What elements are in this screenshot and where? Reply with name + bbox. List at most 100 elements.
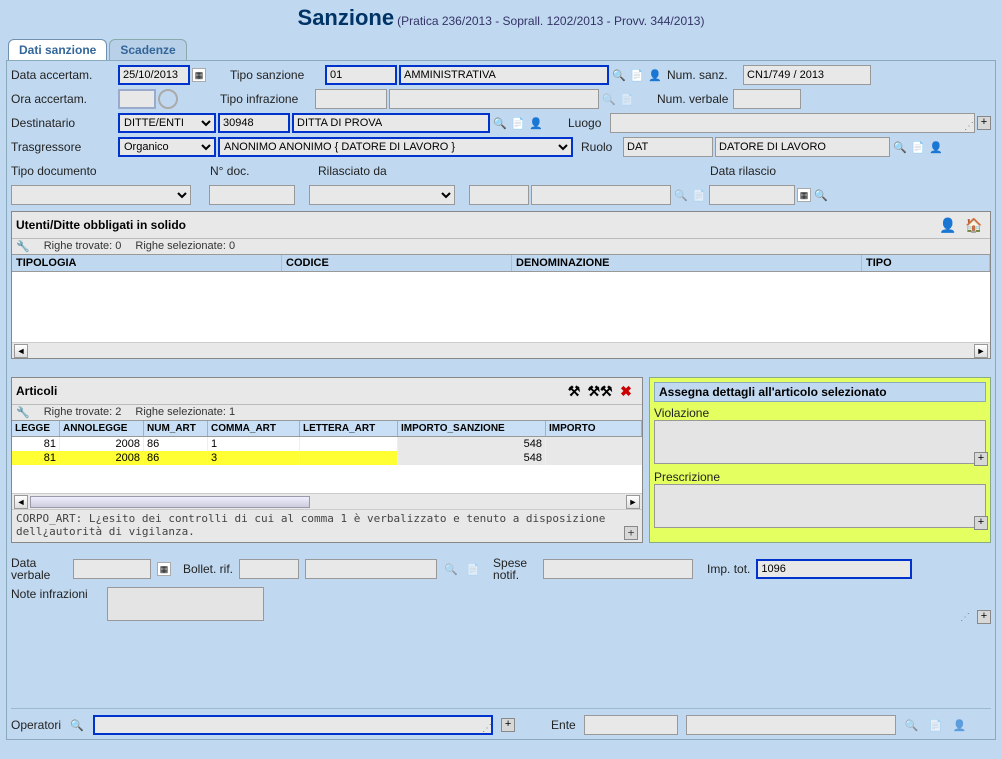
scroll-thumb[interactable] <box>30 496 310 508</box>
input-luogo[interactable] <box>610 113 975 133</box>
input-num-sanz[interactable] <box>743 65 871 85</box>
solido-grid-body[interactable] <box>12 272 990 342</box>
title-sub: (Pratica 236/2013 - Soprall. 1202/2013 -… <box>397 14 704 28</box>
input-tipo-infrazione-desc[interactable] <box>389 89 599 109</box>
input-bollet-rif-1[interactable] <box>239 559 299 579</box>
label-prescrizione: Prescrizione <box>654 470 986 484</box>
label-bollet-rif: Bollet. rif. <box>183 562 233 576</box>
scroll-right-icon[interactable]: ► <box>626 495 640 509</box>
input-tipo-sanzione-desc[interactable] <box>399 65 609 85</box>
tab-scadenze[interactable]: Scadenze <box>109 39 186 60</box>
input-data-accertam[interactable] <box>118 65 190 85</box>
input-ruolo-desc[interactable] <box>715 137 890 157</box>
articoli-grid-panel: Articoli ⚒ ⚒⚒ ✖ 🔧 Righe trovate: 2 Righe… <box>11 377 643 543</box>
hammer-icon[interactable]: ⚒ <box>562 380 586 402</box>
scroll-right-icon[interactable]: ► <box>974 344 988 358</box>
solido-grid-panel: Utenti/Ditte obbligati in solido 👤 🏠 🔧 R… <box>11 211 991 359</box>
select-destinatario-type[interactable]: DITTE/ENTI <box>118 113 216 133</box>
textarea-violazione[interactable] <box>654 420 986 464</box>
calendar-icon[interactable]: ▦ <box>192 68 206 82</box>
delete-icon[interactable]: ✖ <box>614 380 638 402</box>
select-trasgressore-type[interactable]: Organico <box>118 137 216 157</box>
person-icon[interactable]: 👤 <box>928 139 944 155</box>
solido-scrollbar[interactable]: ◄ ► <box>12 342 990 358</box>
tab-dati-sanzione[interactable]: Dati sanzione <box>8 39 107 60</box>
select-trasgressore-desc[interactable]: ANONIMO ANONIMO { DATORE DI LAVORO } <box>218 137 573 157</box>
input-destinatario-desc[interactable] <box>292 113 490 133</box>
document-icon[interactable]: 📄 <box>510 115 526 131</box>
label-ruolo: Ruolo <box>581 140 621 154</box>
document-icon[interactable]: 📄 <box>910 139 926 155</box>
document-icon[interactable]: 📄 <box>629 67 645 83</box>
binoculars-icon[interactable]: 🔍 <box>904 717 920 733</box>
input-spese-notif[interactable] <box>543 559 693 579</box>
label-imp-tot: Imp. tot. <box>707 562 750 576</box>
input-data-verbale[interactable] <box>73 559 151 579</box>
input-destinatario-code[interactable] <box>218 113 290 133</box>
expand-button: + <box>501 718 515 732</box>
select-rilasciato-da[interactable] <box>309 185 455 205</box>
expand-button[interactable]: + <box>977 610 991 624</box>
label-tipo-infrazione: Tipo infrazione <box>220 92 313 106</box>
expand-button[interactable]: + <box>624 526 638 540</box>
dettagli-panel: Assegna dettagli all'articolo selezionat… <box>649 377 991 543</box>
binoculars-icon[interactable]: 🔍 <box>492 115 508 131</box>
solido-grid-header: TIPOLOGIA CODICE DENOMINAZIONE TIPO <box>12 254 990 272</box>
label-n-doc: N° doc. <box>210 164 290 178</box>
input-ente-desc[interactable] <box>686 715 896 735</box>
input-operatori[interactable] <box>93 715 493 735</box>
articoli-title: Articoli <box>16 384 57 398</box>
input-n-doc[interactable] <box>209 185 295 205</box>
label-trasgressore: Trasgressore <box>11 140 116 154</box>
binoculars-icon-disabled: 🔍 <box>601 91 617 107</box>
label-num-sanz: Num. sanz. <box>667 68 741 82</box>
expand-button[interactable]: + <box>977 116 991 130</box>
input-ruolo-code[interactable] <box>623 137 713 157</box>
input-rilasciato-da-2[interactable] <box>531 185 671 205</box>
calendar-icon[interactable]: ▦ <box>797 188 811 202</box>
expand-button[interactable]: + <box>974 452 988 466</box>
input-imp-tot[interactable] <box>756 559 912 579</box>
document-icon[interactable]: 📄 <box>465 561 481 577</box>
document-icon[interactable]: 📄 <box>691 187 707 203</box>
user-icon[interactable]: 👤 <box>936 214 960 236</box>
input-num-verbale[interactable] <box>733 89 801 109</box>
textarea-note-infrazioni[interactable] <box>107 587 264 621</box>
input-rilasciato-da-1[interactable] <box>469 185 529 205</box>
input-bollet-rif-2[interactable] <box>305 559 437 579</box>
input-ora-accertam[interactable] <box>118 89 156 109</box>
hammers-icon[interactable]: ⚒⚒ <box>588 380 612 402</box>
wrench-icon[interactable]: 🔧 <box>16 240 30 253</box>
select-tipo-documento[interactable] <box>11 185 191 205</box>
scroll-left-icon[interactable]: ◄ <box>14 344 28 358</box>
person-icon[interactable]: 👤 <box>528 115 544 131</box>
input-ente-code[interactable] <box>584 715 678 735</box>
label-operatori: Operatori <box>11 718 61 732</box>
solido-title: Utenti/Ditte obbligati in solido <box>16 218 186 232</box>
input-tipo-sanzione-code[interactable] <box>325 65 397 85</box>
input-data-rilascio[interactable] <box>709 185 795 205</box>
document-icon[interactable]: 📄 <box>928 717 944 733</box>
calendar-icon[interactable]: ▦ <box>157 562 171 576</box>
binoculars-icon[interactable]: 🔍 <box>611 67 627 83</box>
table-row-selected[interactable]: 81 2008 86 3 548 <box>12 451 642 465</box>
wrench-icon[interactable]: 🔧 <box>16 406 30 419</box>
person-icon[interactable]: 👤 <box>647 67 663 83</box>
articoli-grid-body[interactable]: 81 2008 86 1 548 81 2008 86 3 548 <box>12 437 642 493</box>
building-icon[interactable]: 🏠 <box>962 214 986 236</box>
binoculars-icon[interactable]: 🔍 <box>69 717 85 733</box>
textarea-prescrizione[interactable] <box>654 484 986 528</box>
binoculars-icon[interactable]: 🔍 <box>673 187 689 203</box>
person-icon[interactable]: 👤 <box>952 717 968 733</box>
preview-icon[interactable]: 🔍 <box>813 187 829 203</box>
table-row[interactable]: 81 2008 86 1 548 <box>12 437 642 451</box>
clock-icon[interactable] <box>158 89 178 109</box>
label-spese-notif: Spesenotif. <box>493 557 537 581</box>
articoli-scrollbar[interactable]: ◄ ► <box>12 493 642 509</box>
expand-button[interactable]: + <box>974 516 988 530</box>
scroll-left-icon[interactable]: ◄ <box>14 495 28 509</box>
binoculars-icon[interactable]: 🔍 <box>892 139 908 155</box>
input-tipo-infrazione-code[interactable] <box>315 89 387 109</box>
binoculars-icon[interactable]: 🔍 <box>443 561 459 577</box>
label-num-verbale: Num. verbale <box>657 92 731 106</box>
